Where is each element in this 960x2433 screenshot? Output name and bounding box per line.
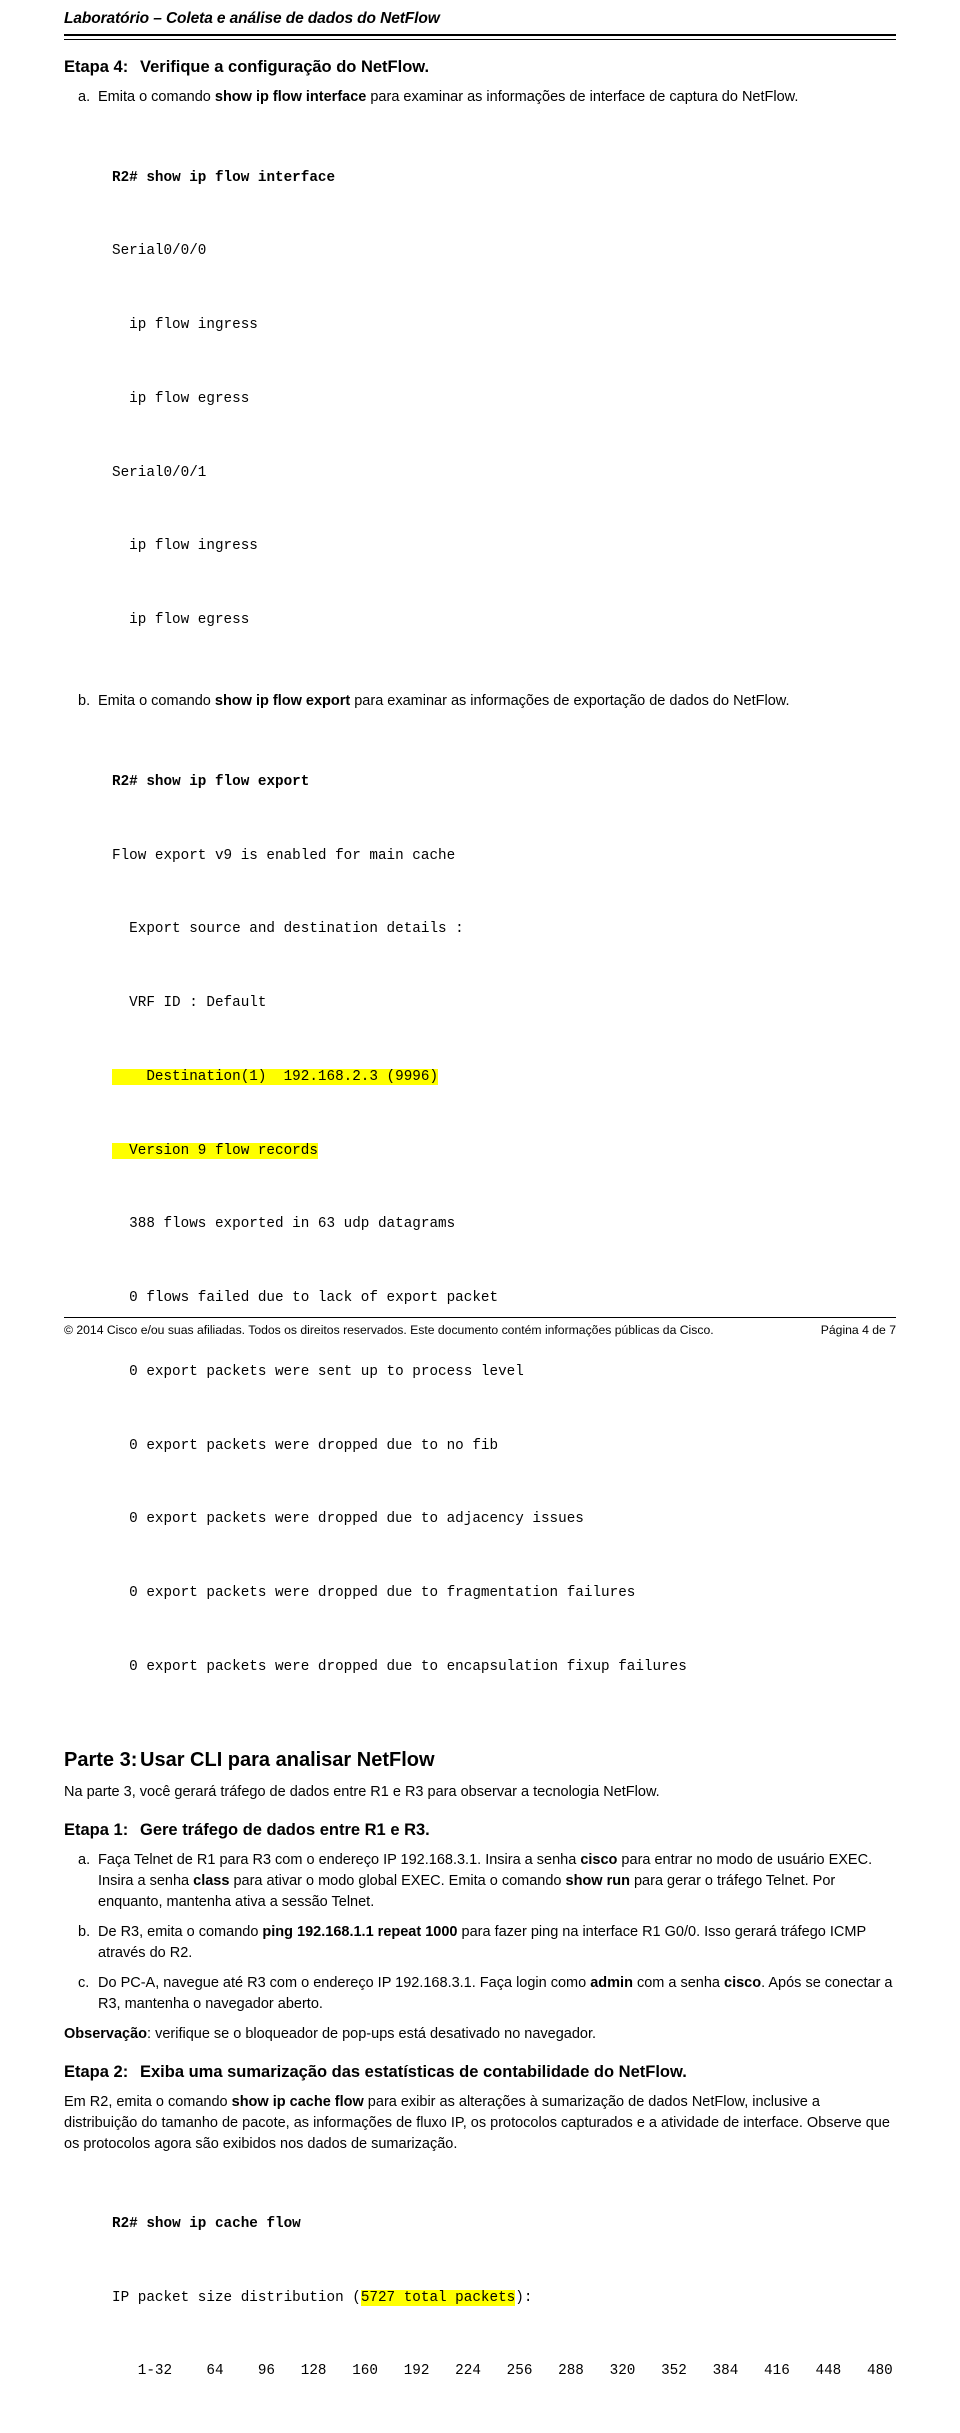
- text-fragment: para ativar o modo global EXEC. Emita o …: [229, 1872, 566, 1889]
- text-fragment: Emita o comando: [98, 692, 215, 709]
- heading-part3-step-2: Etapa 2: Exiba uma sumarização das estatí…: [64, 2063, 896, 2082]
- list-marker: b.: [78, 1923, 91, 1940]
- inline-emphasis: class: [193, 1872, 230, 1889]
- cli-block-show-ip-flow-export: R2# show ip flow export Flow export v9 i…: [112, 721, 896, 1729]
- inline-command: show run: [565, 1872, 630, 1889]
- cli-output-line: ip flow ingress: [112, 317, 258, 334]
- step-1-label: Etapa 1:: [64, 1820, 129, 1839]
- cli-command: show ip cache flow: [146, 2215, 301, 2232]
- cli-output-line: VRF ID : Default: [112, 995, 267, 1012]
- cli-output-line: ip flow egress: [112, 390, 250, 407]
- list-item: a. Emita o comando show ip flow interfac…: [64, 87, 896, 108]
- cli-command-line: R2# show ip flow export: [112, 770, 896, 795]
- highlighted-text: Destination(1) 192.168.2.3 (9996): [112, 1068, 439, 1085]
- cli-output-line: Flow export v9 is enabled for main cache: [112, 847, 456, 864]
- cli-command-line: R2# show ip flow interface: [112, 166, 896, 191]
- part-3-title: Usar CLI para analisar NetFlow: [140, 1748, 435, 1771]
- text-fragment: com a senha: [632, 1974, 725, 1991]
- observation-label: Observação: [64, 2025, 148, 2042]
- cli-command-line: R2# show ip cache flow: [112, 2212, 896, 2237]
- heading-step-4: Etapa 4: Verifique a configuração do NetF…: [64, 58, 896, 77]
- footer-row: © 2014 Cisco e/ou suas afiliadas. Todos …: [64, 1323, 896, 1337]
- list-item: b. Emita o comando show ip flow export p…: [64, 691, 896, 712]
- footer-copyright: © 2014 Cisco e/ou suas afiliadas. Todos …: [64, 1323, 714, 1337]
- cli-output-line-highlighted: Version 9 flow records: [112, 1139, 896, 1164]
- text-fragment: para examinar as informações de interfac…: [366, 88, 799, 105]
- step-2-paragraph: Em R2, emita o comando show ip cache flo…: [64, 2092, 896, 2155]
- text-fragment: ):: [515, 2289, 533, 2306]
- cli-output-line: 0 export packets were dropped due to fra…: [112, 1585, 636, 1602]
- list-item: b. De R3, emita o comando ping 192.168.1…: [64, 1922, 896, 1964]
- cli-output-line: Serial0/0/1: [112, 464, 207, 481]
- cli-output-line: IP packet size distribution (5727 total …: [112, 2286, 896, 2311]
- list-item-text: De R3, emita o comando ping 192.168.1.1 …: [98, 1922, 896, 1964]
- cli-output-line: Serial0/0/0: [112, 243, 207, 260]
- list-item-text: Faça Telnet de R1 para R3 com o endereço…: [98, 1850, 896, 1913]
- inline-command: show ip flow interface: [214, 88, 367, 105]
- heading-part-3: Parte 3: Usar CLI para analisar NetFlow: [64, 1749, 896, 1772]
- footer-rule: [64, 1317, 896, 1318]
- list-marker: b.: [78, 692, 91, 709]
- step-4-label: Etapa 4:: [64, 57, 129, 76]
- cli-prompt: R2#: [112, 2215, 147, 2232]
- text-fragment: IP packet size distribution (: [112, 2289, 361, 2306]
- observation-text: : verifique se o bloqueador de pop-ups e…: [147, 2025, 597, 2042]
- cli-output-line: 0 export packets were dropped due to enc…: [112, 1658, 687, 1675]
- step-2-label: Etapa 2:: [64, 2062, 129, 2081]
- cli-output-line: 0 flows failed due to lack of export pac…: [112, 1290, 499, 1307]
- step-4-title: Verifique a configuração do NetFlow.: [140, 57, 430, 76]
- part-3-label: Parte 3:: [64, 1748, 138, 1771]
- text-fragment: Emita o comando: [98, 88, 215, 105]
- header-rule-thin: [64, 38, 896, 40]
- cli-output-line: 0 export packets were sent up to process…: [112, 1363, 524, 1380]
- observation-note: Observação: verifique se o bloqueador de…: [64, 2024, 896, 2045]
- cli-block-show-ip-cache-flow: R2# show ip cache flow IP packet size di…: [112, 2163, 896, 2433]
- cli-output-line: 0 export packets were dropped due to no …: [112, 1437, 499, 1454]
- header-rule-thick: [64, 34, 896, 36]
- text-fragment: Do PC-A, navegue até R3 com o endereço I…: [98, 1974, 591, 1991]
- highlighted-text: 5727 total packets: [360, 2289, 516, 2306]
- list-marker: a.: [78, 1851, 91, 1868]
- list-marker: c.: [78, 1974, 90, 1991]
- highlighted-text: Version 9 flow records: [112, 1142, 318, 1159]
- inline-emphasis: cisco: [724, 1974, 762, 1991]
- inline-emphasis: admin: [590, 1974, 633, 1991]
- heading-part3-step-1: Etapa 1: Gere tráfego de dados entre R1 e…: [64, 1821, 896, 1840]
- list-item-text: Emita o comando show ip flow export para…: [98, 691, 896, 712]
- step-2-title: Exiba uma sumarização das estatísticas d…: [140, 2062, 687, 2081]
- list-item: c. Do PC-A, navegue até R3 com o endereç…: [64, 1973, 896, 2015]
- text-fragment: Em R2, emita o comando: [64, 2093, 232, 2110]
- list-item-text: Emita o comando show ip flow interface p…: [98, 87, 896, 108]
- cli-command: show ip flow export: [146, 773, 310, 790]
- inline-command: show ip cache flow: [231, 2093, 364, 2110]
- cli-output-line: ip flow egress: [112, 612, 250, 629]
- cli-output-line: 388 flows exported in 63 udp datagrams: [112, 1216, 456, 1233]
- cli-output-line-highlighted: Destination(1) 192.168.2.3 (9996): [112, 1065, 896, 1090]
- document-header: Laboratório – Coleta e análise de dados …: [64, 10, 440, 27]
- document-page: Laboratório – Coleta e análise de dados …: [0, 0, 960, 2379]
- cli-output-line: ip flow ingress: [112, 538, 258, 555]
- cli-prompt: R2#: [112, 169, 147, 186]
- cli-block-show-ip-flow-interface: R2# show ip flow interface Serial0/0/0 i…: [112, 117, 896, 682]
- text-fragment: para examinar as informações de exportaç…: [350, 692, 790, 709]
- cli-command: show ip flow interface: [146, 169, 336, 186]
- list-item: a. Faça Telnet de R1 para R3 com o ender…: [64, 1850, 896, 1913]
- inline-emphasis: cisco: [580, 1851, 618, 1868]
- text-fragment: Faça Telnet de R1 para R3 com o endereço…: [98, 1851, 581, 1868]
- step-1-title: Gere tráfego de dados entre R1 e R3.: [140, 1820, 430, 1839]
- cli-output-line: Export source and destination details :: [112, 921, 464, 938]
- part-3-intro: Na parte 3, você gerará tráfego de dados…: [64, 1783, 660, 1800]
- document-footer: © 2014 Cisco e/ou suas afiliadas. Todos …: [0, 1317, 960, 1351]
- footer-page-number: Página 4 de 7: [820, 1323, 896, 1337]
- list-marker: a.: [78, 88, 91, 105]
- cli-output-line: 1-32 64 96 128 160 192 224 256 288 320 3…: [112, 2363, 893, 2380]
- cli-prompt: R2#: [112, 773, 147, 790]
- inline-command: show ip flow export: [214, 692, 351, 709]
- text-fragment: De R3, emita o comando: [98, 1923, 263, 1940]
- list-item-text: Do PC-A, navegue até R3 com o endereço I…: [98, 1973, 896, 2015]
- cli-output-line: 0 export packets were dropped due to adj…: [112, 1511, 584, 1528]
- inline-command: ping 192.168.1.1 repeat 1000: [262, 1923, 458, 1940]
